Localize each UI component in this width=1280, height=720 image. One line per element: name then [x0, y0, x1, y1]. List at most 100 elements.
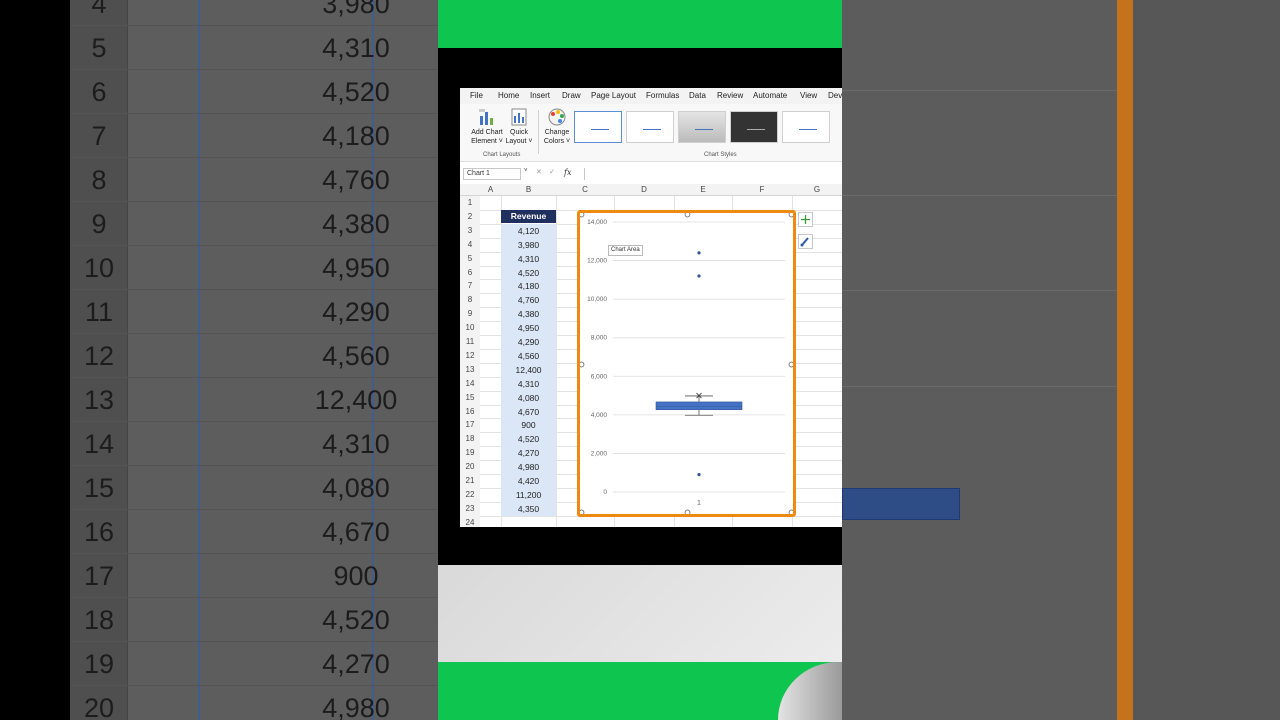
chart-layouts-group-label: Chart Layouts	[483, 152, 521, 158]
revenue-cell[interactable]: 4,980	[501, 460, 556, 475]
row-header[interactable]: 3	[460, 223, 480, 238]
revenue-header-cell[interactable]: Revenue	[501, 210, 556, 223]
menu-formulas[interactable]: Formulas	[646, 91, 679, 100]
background-revenue-value: 4,290	[322, 297, 390, 327]
y-tick-label: 10,000	[587, 296, 607, 303]
screen: 4 3,980 5 4,310 6 4,520 7 4,180 8 4,760 9 4,380 10 4,…	[0, 0, 1280, 720]
row-header[interactable]: 20	[460, 460, 480, 475]
add-chart-element-label-2: Element ˅	[471, 138, 503, 145]
row-header[interactable]: 1	[460, 196, 480, 210]
revenue-cell[interactable]: 4,520	[501, 265, 556, 280]
row-header[interactable]: 7	[460, 279, 480, 294]
ribbon-separator	[538, 110, 539, 154]
row-header[interactable]: 22	[460, 487, 480, 502]
menu-home[interactable]: Home	[498, 91, 519, 100]
outlier-point	[697, 251, 701, 255]
chart-style-5[interactable]	[782, 111, 830, 143]
column-header-d[interactable]: D	[614, 185, 674, 194]
background-revenue-value: 4,980	[322, 693, 390, 720]
menu-page-layout[interactable]: Page Layout	[591, 91, 636, 100]
row-header[interactable]: 21	[460, 474, 480, 488]
revenue-cell[interactable]: 4,520	[501, 432, 556, 447]
revenue-cell[interactable]: 4,950	[501, 321, 556, 336]
row-header[interactable]: 13	[460, 362, 480, 377]
column-header-f[interactable]: F	[732, 185, 792, 194]
add-chart-element-button[interactable]: Add Chart Element ˅	[470, 108, 504, 146]
background-row: 12 4,560	[70, 334, 438, 378]
row-header[interactable]: 17	[460, 418, 480, 433]
chart-style-4[interactable]	[730, 111, 778, 143]
revenue-cell[interactable]: 4,350	[501, 501, 556, 516]
row-header[interactable]: 12	[460, 348, 480, 363]
row-header[interactable]: 8	[460, 293, 480, 308]
name-box[interactable]: Chart 1	[463, 168, 521, 180]
revenue-cell[interactable]: 4,310	[501, 376, 556, 391]
revenue-cell[interactable]: 4,270	[501, 446, 556, 461]
menu-view[interactable]: View	[800, 91, 817, 100]
revenue-cell[interactable]: 4,120	[501, 223, 556, 238]
row-header[interactable]: 11	[460, 335, 480, 349]
enter-icon[interactable]: ✓	[549, 168, 555, 176]
chart-style-3[interactable]	[678, 111, 726, 143]
revenue-cell[interactable]: 4,670	[501, 404, 556, 419]
quick-layout-button[interactable]: Quick Layout ˅	[505, 108, 533, 146]
revenue-cell[interactable]: 4,290	[501, 335, 556, 349]
row-header[interactable]: 4	[460, 237, 480, 252]
menu-developer[interactable]: Dev	[828, 91, 842, 100]
revenue-cell[interactable]: 4,080	[501, 390, 556, 405]
background-sheet-area	[1133, 0, 1280, 720]
row-header[interactable]: 18	[460, 432, 480, 447]
row-header[interactable]: 10	[460, 321, 480, 336]
menu-review[interactable]: Review	[717, 91, 743, 100]
change-colors-button[interactable]: Change Colors ˅	[542, 108, 572, 146]
formula-input[interactable]	[584, 168, 842, 180]
row-header[interactable]: 5	[460, 251, 480, 266]
background-row-number: 17	[83, 561, 115, 591]
name-box-dropdown-icon[interactable]: ˅	[524, 168, 528, 174]
background-revenue-value: 4,270	[322, 649, 390, 679]
row-header[interactable]: 14	[460, 376, 480, 391]
revenue-cell[interactable]: 4,560	[501, 348, 556, 363]
box-plot-chart[interactable]: 0 2,000 4,000 6,000 8,000 10,000 12,000 14,000 1	[577, 210, 796, 517]
menu-automate[interactable]: Automate	[753, 91, 787, 100]
revenue-cell[interactable]: 4,760	[501, 293, 556, 308]
background-row: 20 4,980	[70, 686, 438, 720]
column-header-c[interactable]: C	[556, 185, 614, 194]
revenue-cell[interactable]: 4,380	[501, 307, 556, 322]
row-header[interactable]: 19	[460, 446, 480, 461]
background-row: 17 900	[70, 554, 438, 598]
revenue-cell[interactable]: 4,420	[501, 474, 556, 488]
column-header-b[interactable]: B	[501, 185, 556, 194]
row-header[interactable]: 2	[460, 209, 480, 224]
row-header[interactable]: 16	[460, 404, 480, 419]
menu-data[interactable]: Data	[689, 91, 706, 100]
revenue-cell[interactable]: 11,200	[501, 487, 556, 502]
row-header[interactable]: 24	[460, 515, 480, 527]
menu-insert[interactable]: Insert	[530, 91, 550, 100]
row-header[interactable]: 23	[460, 501, 480, 516]
chart-styles-button[interactable]	[798, 234, 813, 249]
column-header-g[interactable]: G	[792, 185, 842, 194]
row-header[interactable]: 15	[460, 390, 480, 405]
chart-svg: 0 2,000 4,000 6,000 8,000 10,000 12,000 14,000 1	[580, 213, 793, 514]
menu-draw[interactable]: Draw	[562, 91, 581, 100]
chart-style-2[interactable]	[626, 111, 674, 143]
revenue-cell[interactable]: 4,310	[501, 251, 556, 266]
plus-icon	[801, 215, 810, 224]
revenue-cell[interactable]: 12,400	[501, 362, 556, 377]
cancel-icon[interactable]: ✕	[536, 168, 542, 176]
revenue-cell[interactable]: 3,980	[501, 237, 556, 252]
column-header-a[interactable]: A	[480, 185, 501, 194]
resize-handle	[580, 213, 585, 218]
chart-elements-button[interactable]	[798, 212, 813, 227]
column-header-e[interactable]: E	[674, 185, 732, 194]
insert-function-icon[interactable]: fx	[564, 168, 571, 177]
x-category-label: 1	[697, 500, 701, 507]
background-row-number: 11	[84, 297, 114, 327]
row-header[interactable]: 9	[460, 307, 480, 322]
chart-style-1[interactable]	[574, 111, 622, 143]
menu-file[interactable]: File	[470, 91, 483, 100]
row-header[interactable]: 6	[460, 265, 480, 280]
revenue-cell[interactable]: 4,180	[501, 279, 556, 294]
revenue-cell[interactable]: 900	[501, 418, 556, 433]
